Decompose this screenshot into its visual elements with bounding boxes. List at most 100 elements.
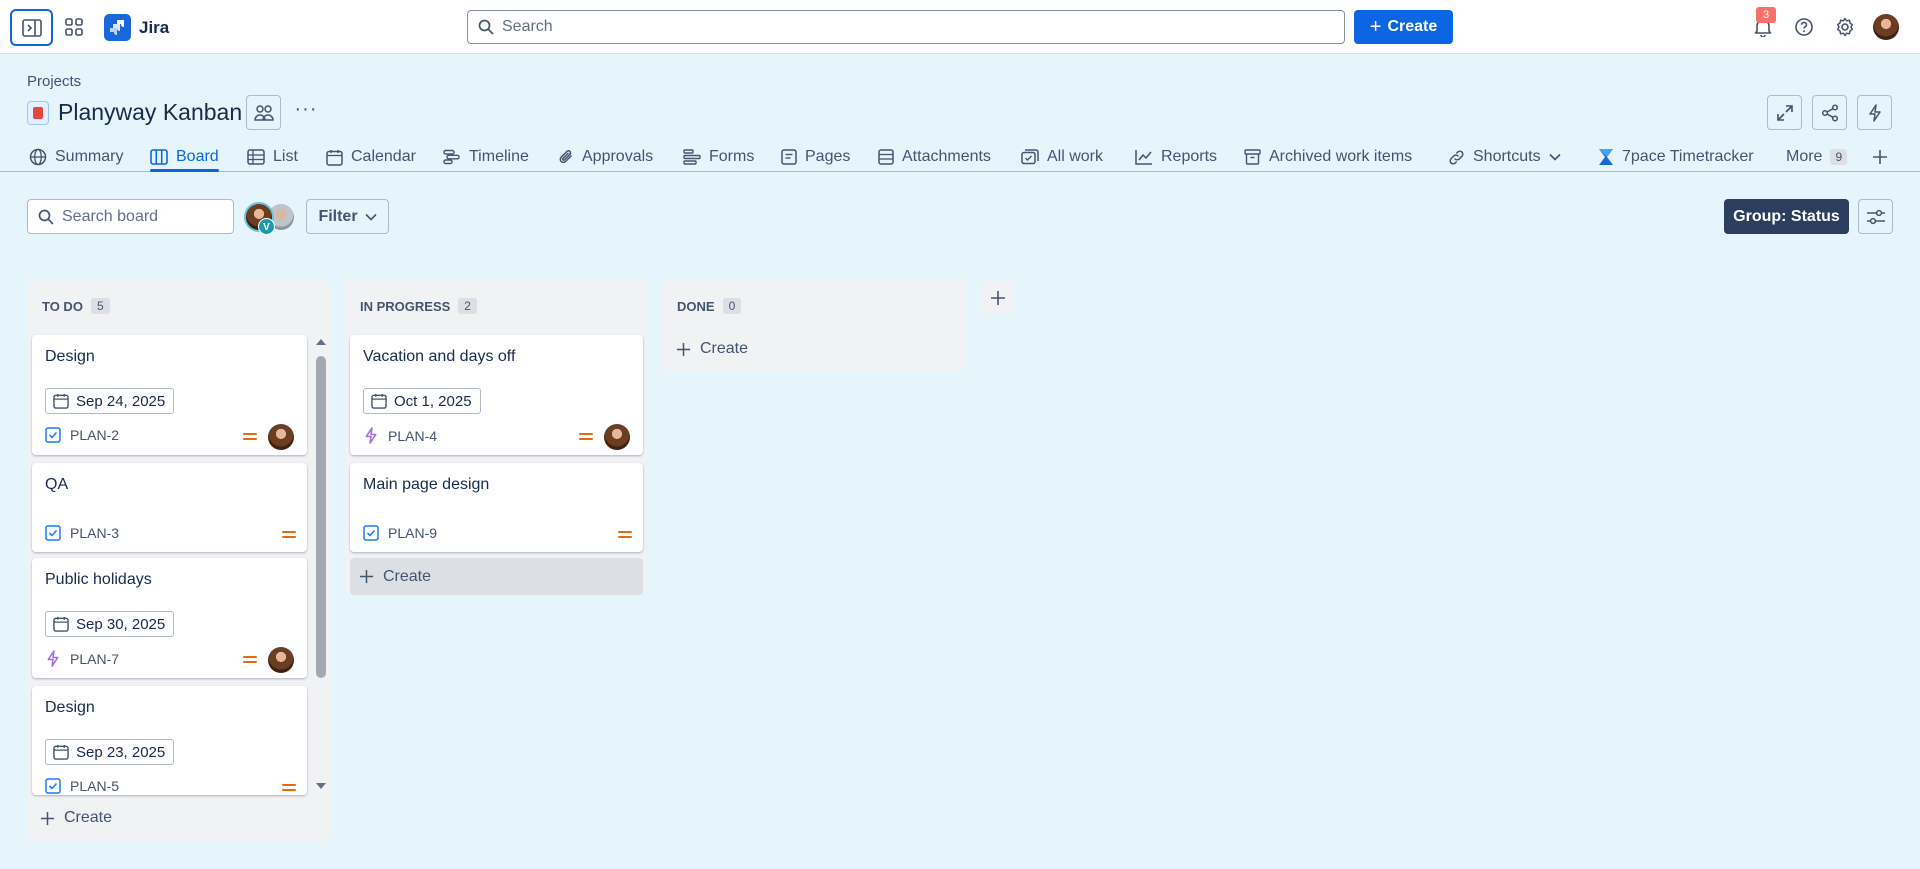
chevron-down-icon (364, 213, 377, 221)
task-checkbox-icon (45, 427, 61, 443)
tab-label: Pages (805, 148, 851, 165)
board-search-placeholder: Search board (62, 207, 159, 225)
issue-card[interactable]: Public holidays Sep 30, 2025 PLAN-7 (32, 558, 307, 678)
jira-logo[interactable]: Jira (104, 14, 169, 41)
issue-card[interactable]: Vacation and days off Oct 1, 2025 PLAN-4 (350, 335, 643, 455)
profile-avatar[interactable] (1873, 14, 1899, 40)
tab-all-work[interactable]: All work (1021, 142, 1103, 172)
tab-label: Forms (709, 148, 755, 165)
help-button[interactable] (1790, 13, 1818, 41)
scroll-up-icon (316, 339, 326, 345)
epic-lightning-icon (365, 427, 377, 444)
tab-board[interactable]: Board (150, 142, 219, 172)
global-search-input[interactable]: Search (467, 10, 1345, 44)
tab-forms[interactable]: Forms (683, 142, 754, 172)
card-key[interactable]: PLAN-4 (363, 427, 437, 444)
settings-button[interactable] (1831, 13, 1859, 41)
issue-key: PLAN-7 (70, 650, 120, 667)
app-switcher-button[interactable] (60, 13, 88, 41)
tab-timeline[interactable]: Timeline (443, 142, 529, 172)
group-by-button[interactable]: Group: Status (1724, 199, 1849, 234)
assignee-avatar[interactable] (604, 424, 630, 450)
column-title: DONE (677, 298, 715, 314)
fullscreen-button[interactable] (1767, 95, 1802, 130)
search-placeholder: Search (502, 18, 553, 35)
tab-archived[interactable]: Archived work items (1244, 142, 1412, 172)
all-work-icon (1021, 149, 1039, 165)
create-button[interactable]: + Create (1354, 10, 1453, 44)
help-icon (1795, 18, 1813, 36)
plus-icon (990, 290, 1005, 305)
search-icon (38, 209, 54, 225)
attachments-icon (878, 149, 894, 165)
create-issue-button[interactable]: Create (350, 558, 643, 595)
tab-pages[interactable]: Pages (781, 142, 850, 172)
plus-icon (359, 569, 374, 584)
tab-label: Board (176, 148, 219, 165)
7pace-logo-icon (1599, 149, 1613, 165)
sidebar-toggle-button[interactable] (10, 9, 53, 46)
tab-7pace-timetracker[interactable]: 7pace Timetracker (1598, 142, 1754, 172)
add-column-button[interactable] (981, 281, 1014, 314)
column-header[interactable]: IN PROGRESS 2 (360, 298, 477, 314)
paperclip-icon (559, 150, 572, 164)
chart-line-icon (1135, 150, 1152, 165)
issue-card[interactable]: QA PLAN-3 (32, 463, 307, 552)
column-count: 0 (722, 298, 742, 314)
card-key[interactable]: PLAN-3 (45, 525, 119, 541)
breadcrumb[interactable]: Projects (27, 73, 81, 90)
card-key[interactable]: PLAN-9 (363, 525, 437, 541)
card-key[interactable]: PLAN-7 (45, 650, 119, 667)
calendar-icon (371, 393, 387, 409)
due-date-chip[interactable]: Oct 1, 2025 (363, 388, 481, 414)
due-date-chip[interactable]: Sep 24, 2025 (45, 388, 175, 414)
board-column-done: DONE 0 Create (662, 280, 966, 372)
column-title: TO DO (42, 298, 83, 314)
team-button[interactable] (246, 95, 281, 130)
issue-card[interactable]: Main page design PLAN-9 (350, 463, 643, 552)
expand-icon (1776, 104, 1793, 121)
plus-icon (676, 342, 691, 356)
board-icon (150, 149, 168, 165)
tab-summary[interactable]: Summary (29, 142, 123, 172)
create-issue-button[interactable]: Create (676, 340, 748, 358)
issue-card[interactable]: Design Sep 23, 2025 PLAN-5 (32, 686, 307, 795)
tab-label: Archived work items (1269, 148, 1413, 165)
tab-attachments[interactable]: Attachments (878, 142, 991, 172)
automation-button[interactable] (1857, 95, 1892, 130)
due-date: Sep 30, 2025 (76, 615, 166, 633)
tab-reports[interactable]: Reports (1135, 142, 1217, 172)
column-header[interactable]: DONE 0 (677, 298, 742, 314)
people-icon (253, 104, 274, 121)
tab-calendar[interactable]: Calendar (326, 142, 416, 172)
tab-more[interactable]: More 9 (1786, 142, 1848, 172)
archive-icon (1244, 149, 1261, 165)
card-key[interactable]: PLAN-5 (45, 778, 119, 794)
share-button[interactable] (1812, 95, 1847, 130)
priority-medium-icon (243, 655, 257, 665)
issue-card[interactable]: Design Sep 24, 2025 PLAN-2 (32, 335, 307, 455)
calendar-icon (53, 744, 69, 760)
more-actions-button[interactable]: ··· (292, 99, 320, 124)
plus-icon (40, 811, 55, 825)
add-tab-button[interactable] (1872, 142, 1888, 172)
card-title: Design (45, 348, 95, 365)
list-icon (247, 149, 265, 165)
card-key[interactable]: PLAN-2 (45, 427, 119, 443)
project-tabs: Summary Board List Calendar Timeline App… (0, 138, 1920, 172)
assignee-avatar[interactable] (268, 647, 294, 673)
due-date-chip[interactable]: Sep 30, 2025 (45, 611, 175, 637)
view-settings-button[interactable] (1858, 199, 1893, 234)
tab-shortcuts[interactable]: Shortcuts (1448, 142, 1561, 172)
create-issue-button[interactable]: Create (40, 809, 112, 827)
column-header[interactable]: TO DO 5 (42, 298, 110, 314)
board-search-input[interactable]: Search board (27, 199, 234, 234)
scrollbar-thumb[interactable] (316, 356, 326, 678)
due-date: Oct 1, 2025 (394, 392, 472, 410)
tab-list[interactable]: List (247, 142, 298, 172)
filter-button[interactable]: Filter (306, 199, 389, 234)
calendar-icon (53, 393, 69, 409)
tab-approvals[interactable]: Approvals (558, 142, 653, 172)
assignee-avatar[interactable] (268, 424, 294, 450)
due-date-chip[interactable]: Sep 23, 2025 (45, 739, 175, 765)
